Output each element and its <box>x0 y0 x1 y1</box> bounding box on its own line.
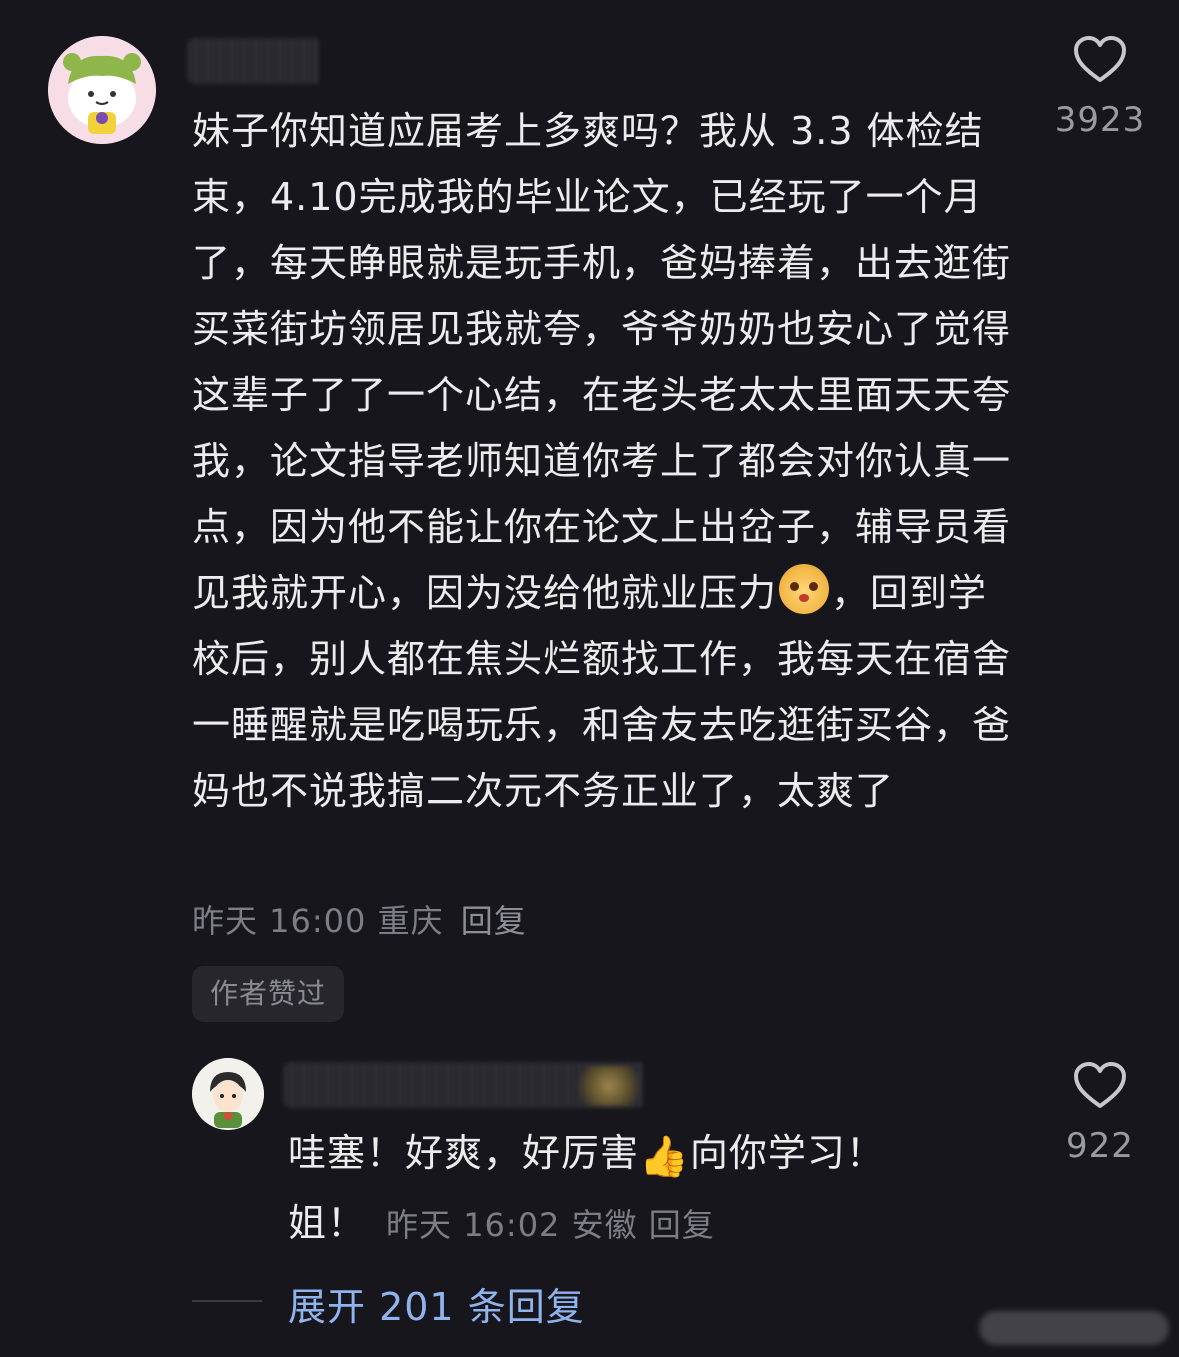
expand-divider <box>192 1300 262 1302</box>
heart-icon <box>1074 36 1126 82</box>
reply-like-button[interactable]: 922 <box>1050 1062 1150 1166</box>
expand-replies-link[interactable]: 展开 201 条回复 <box>288 1276 585 1331</box>
blurred-reply-username[interactable] <box>284 1062 644 1108</box>
user-avatar[interactable] <box>48 36 156 144</box>
blurred-username[interactable] <box>188 38 320 84</box>
comment-meta: 昨天 16:00 重庆 回复 <box>192 896 527 942</box>
reply-time: 昨天 16:02 <box>386 1206 561 1244</box>
reply-reply-button[interactable]: 回复 <box>649 1206 715 1244</box>
author-liked-badge: 作者赞过 <box>192 966 345 1022</box>
reply-user-avatar[interactable] <box>192 1058 264 1130</box>
reply-location: 安徽 <box>571 1206 638 1244</box>
like-button[interactable]: 3923 <box>1050 36 1150 140</box>
comment-time: 昨天 16:00 <box>192 902 367 940</box>
comment-text: 妹子你知道应届考上多爽吗？我从 3.3 体检结束，4.10完成我的毕业论文，已经… <box>192 109 1012 813</box>
reply-like-count: 922 <box>1066 1126 1134 1166</box>
face-emoji-icon <box>779 564 830 614</box>
like-count: 3923 <box>1054 100 1146 140</box>
reply-meta: 昨天 16:02 安徽 回复 <box>386 1206 715 1244</box>
comment-location: 重庆 <box>377 902 444 940</box>
reply-button[interactable]: 回复 <box>461 902 527 940</box>
thumbs-up-icon: 👍 <box>639 1134 690 1180</box>
reply-text: 哇塞！好爽，好厉害👍向你学习！姐！ 昨天 16:02 安徽 回复 <box>288 1120 928 1258</box>
heart-icon <box>1074 1062 1126 1108</box>
watermark <box>979 1311 1169 1345</box>
